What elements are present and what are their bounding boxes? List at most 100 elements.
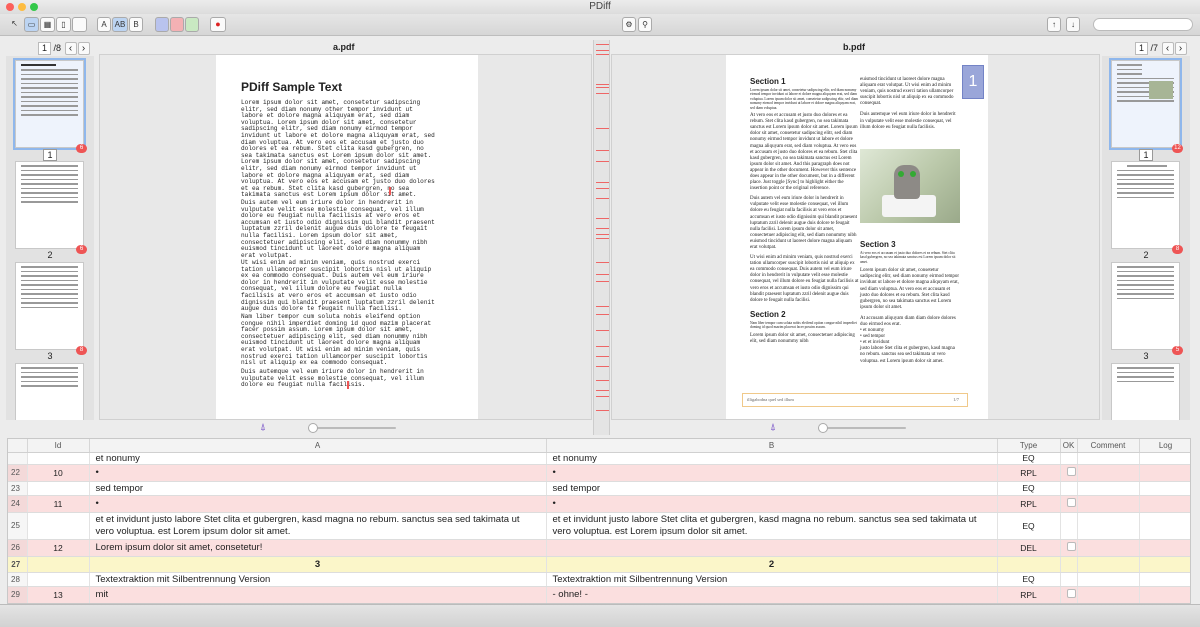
gear-icon[interactable]: ⚙ bbox=[622, 17, 636, 32]
right-page-field[interactable]: 1 bbox=[1135, 42, 1148, 55]
close-window-icon[interactable] bbox=[6, 3, 14, 11]
row-ok-cell[interactable] bbox=[1060, 539, 1078, 557]
zoom-window-icon[interactable] bbox=[30, 3, 38, 11]
left-zoom-icon[interactable]: ⍋ bbox=[260, 422, 266, 433]
layout-grid-button[interactable]: ▦ bbox=[40, 17, 55, 32]
left-thumb-page-1[interactable] bbox=[13, 58, 86, 150]
color-red-button[interactable] bbox=[170, 17, 184, 32]
page-separator-row[interactable]: 27 3 2 bbox=[8, 556, 1190, 573]
text-b-button[interactable]: B bbox=[129, 17, 143, 32]
row-comment[interactable] bbox=[1077, 452, 1140, 465]
row-comment[interactable] bbox=[1077, 539, 1140, 557]
left-prev-page-icon[interactable]: ‹ bbox=[64, 42, 77, 55]
ok-checkbox[interactable] bbox=[1066, 588, 1076, 598]
row-ok-cell[interactable] bbox=[1060, 452, 1078, 465]
right-thumb-page-3[interactable] bbox=[1111, 262, 1180, 350]
row-ok-cell[interactable] bbox=[1060, 572, 1078, 587]
col-header-type[interactable]: Type bbox=[997, 439, 1061, 453]
right-thumb-page-4[interactable] bbox=[1111, 363, 1180, 420]
left-document-view[interactable]: PDiff Sample Text Lorem ipsum dolor sit … bbox=[99, 54, 592, 420]
color-blue-button[interactable] bbox=[155, 17, 169, 32]
layout-single-button[interactable]: ▭ bbox=[24, 17, 39, 32]
row-text-a[interactable]: et nonumy bbox=[89, 452, 547, 465]
row-comment[interactable] bbox=[1077, 556, 1140, 573]
text-a-button[interactable]: A bbox=[97, 17, 111, 32]
diff-overview-bar[interactable] bbox=[593, 40, 610, 435]
row-text-b[interactable]: et nonumy bbox=[546, 452, 998, 465]
row-comment[interactable] bbox=[1077, 464, 1140, 482]
row-log[interactable] bbox=[1139, 586, 1190, 603]
row-text-a[interactable]: 3 bbox=[89, 556, 547, 573]
row-text-a[interactable]: sed tempor bbox=[89, 481, 547, 496]
table-row[interactable]: 25 et et invidunt justo labore Stet clita… bbox=[8, 512, 1190, 540]
row-comment[interactable] bbox=[1077, 495, 1140, 513]
row-comment[interactable] bbox=[1077, 481, 1140, 496]
col-header-log[interactable]: Log bbox=[1139, 439, 1190, 453]
arrow-up-button[interactable]: ↑ bbox=[1047, 17, 1061, 32]
table-row[interactable]: 23 sed tempor sed tempor EQ bbox=[8, 481, 1190, 496]
col-header-id[interactable]: Id bbox=[27, 439, 90, 453]
col-header-ok[interactable]: OK bbox=[1060, 439, 1078, 453]
arrow-down-button[interactable]: ↓ bbox=[1066, 17, 1080, 32]
row-text-b[interactable]: • bbox=[546, 495, 998, 513]
row-text-a[interactable]: • bbox=[89, 495, 547, 513]
left-thumb-page-4[interactable] bbox=[15, 363, 84, 420]
row-text-b[interactable]: sed tempor bbox=[546, 481, 998, 496]
table-row[interactable]: 29 13 mit - ohne! - RPL bbox=[8, 586, 1190, 603]
row-ok-cell[interactable] bbox=[1060, 495, 1078, 513]
col-header-a[interactable]: A bbox=[89, 439, 547, 453]
row-comment[interactable] bbox=[1077, 572, 1140, 587]
row-ok-cell[interactable] bbox=[1060, 586, 1078, 603]
layout-split-button[interactable]: ▯ bbox=[56, 17, 71, 32]
right-prev-page-icon[interactable]: ‹ bbox=[1161, 42, 1174, 55]
row-log[interactable] bbox=[1139, 495, 1190, 513]
right-zoom-icon[interactable]: ⍋ bbox=[770, 422, 776, 433]
pointer-tool-icon[interactable]: ↖ bbox=[8, 17, 21, 32]
layout-blank-button[interactable] bbox=[72, 17, 87, 32]
text-ab-button[interactable]: AB bbox=[112, 17, 128, 32]
row-comment[interactable] bbox=[1077, 586, 1140, 603]
diff-table[interactable]: Id A B Type OK Comment Log et nonumy et n… bbox=[7, 438, 1191, 604]
row-text-a[interactable]: Textextraktion mit Silbentrennung Versio… bbox=[89, 572, 547, 587]
col-header-b[interactable]: B bbox=[546, 439, 998, 453]
row-log[interactable] bbox=[1139, 481, 1190, 496]
table-row[interactable]: 28 Textextraktion mit Silbentrennung Vers… bbox=[8, 572, 1190, 587]
col-header-comment[interactable]: Comment bbox=[1077, 439, 1140, 453]
ok-checkbox[interactable] bbox=[1066, 466, 1076, 476]
row-log[interactable] bbox=[1139, 539, 1190, 557]
row-text-a[interactable]: • bbox=[89, 464, 547, 482]
right-zoom-slider[interactable] bbox=[818, 423, 906, 433]
row-comment[interactable] bbox=[1077, 512, 1140, 540]
left-page-field[interactable]: 1 bbox=[38, 42, 51, 55]
left-zoom-slider[interactable] bbox=[308, 423, 396, 433]
row-text-b[interactable]: 2 bbox=[546, 556, 998, 573]
right-thumb-page-1[interactable] bbox=[1109, 58, 1182, 150]
link-icon[interactable]: ⚲ bbox=[638, 17, 652, 32]
left-thumbnail-list[interactable]: 6 1 6 2 8 3 bbox=[6, 56, 94, 420]
search-input[interactable] bbox=[1093, 18, 1193, 31]
row-text-a[interactable]: et et invidunt justo labore Stet clita e… bbox=[89, 512, 547, 540]
row-text-a[interactable]: Lorem ipsum dolor sit amet, consetetur! bbox=[89, 539, 547, 557]
right-next-page-icon[interactable]: › bbox=[1174, 42, 1187, 55]
left-thumb-page-2[interactable] bbox=[15, 161, 84, 249]
row-ok-cell[interactable] bbox=[1060, 481, 1078, 496]
minimize-window-icon[interactable] bbox=[18, 3, 26, 11]
row-log[interactable] bbox=[1139, 512, 1190, 540]
row-log[interactable] bbox=[1139, 452, 1190, 465]
row-text-b[interactable]: • bbox=[546, 464, 998, 482]
row-text-b[interactable] bbox=[546, 539, 998, 557]
row-ok-cell[interactable] bbox=[1060, 464, 1078, 482]
left-next-page-icon[interactable]: › bbox=[77, 42, 90, 55]
row-text-b[interactable]: - ohne! - bbox=[546, 586, 998, 603]
ok-checkbox[interactable] bbox=[1066, 541, 1076, 551]
left-thumb-page-3[interactable] bbox=[15, 262, 84, 350]
ok-checkbox[interactable] bbox=[1066, 497, 1076, 507]
table-row[interactable]: 26 12 Lorem ipsum dolor sit amet, consetet… bbox=[8, 539, 1190, 557]
table-row[interactable]: et nonumy et nonumy EQ bbox=[8, 452, 1190, 465]
row-log[interactable] bbox=[1139, 572, 1190, 587]
table-row[interactable]: 22 10 • • RPL bbox=[8, 464, 1190, 482]
right-document-view[interactable]: Section 1 Lorem ipsum dolor sit amet, co… bbox=[611, 54, 1100, 420]
row-text-b[interactable]: et et invidunt justo labore Stet clita e… bbox=[546, 512, 998, 540]
row-text-b[interactable]: Textextraktion mit Silbentrennung Versio… bbox=[546, 572, 998, 587]
markers-icon[interactable]: ● bbox=[210, 17, 226, 32]
